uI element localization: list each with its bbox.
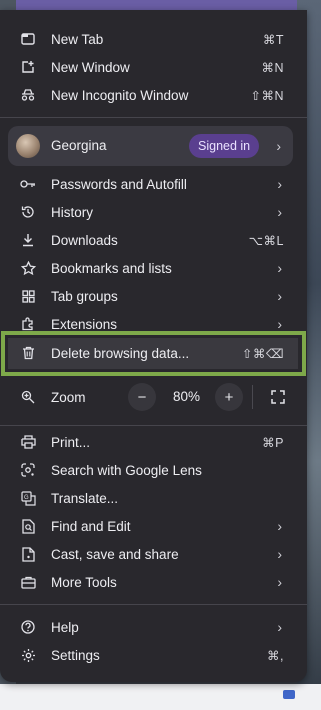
chevron-right-icon: › (277, 288, 282, 304)
new-tab-icon (20, 31, 36, 47)
menu-item-translate[interactable]: G Translate... (0, 484, 307, 512)
zoom-value: 80% (173, 389, 201, 404)
menu-item-tab-groups[interactable]: Tab groups › (0, 282, 307, 310)
chevron-right-icon: › (276, 138, 281, 154)
cast-icon (20, 546, 36, 562)
chevron-right-icon: › (277, 316, 282, 332)
menu-divider (0, 117, 307, 118)
menu-item-google-lens[interactable]: Search with Google Lens (0, 456, 307, 484)
avatar (16, 134, 40, 158)
zoom-icon (20, 389, 36, 405)
history-icon (20, 204, 36, 220)
menu-item-new-window[interactable]: New Window ⌘N (0, 53, 307, 81)
chevron-right-icon: › (277, 546, 282, 562)
menu-item-print[interactable]: Print... ⌘P (0, 428, 307, 456)
translate-icon: G (20, 490, 36, 506)
menu-item-help[interactable]: Help › (0, 613, 307, 641)
tab-groups-icon (20, 288, 36, 304)
chevron-right-icon: › (277, 619, 282, 635)
menu-item-find-and-edit[interactable]: Find and Edit › (0, 512, 307, 540)
chevron-right-icon: › (277, 260, 282, 276)
menu-item-passwords[interactable]: Passwords and Autofill › (0, 170, 307, 198)
gear-icon (20, 647, 36, 663)
menu-divider (0, 425, 307, 426)
toolbox-icon (20, 574, 36, 590)
fullscreen-icon[interactable] (271, 390, 285, 404)
profile-row[interactable]: Georgina Signed in › (8, 126, 293, 166)
menu-item-cast-save-share[interactable]: Cast, save and share › (0, 540, 307, 568)
zoom-separator (252, 385, 253, 409)
chevron-right-icon: › (277, 518, 282, 534)
star-icon (20, 260, 36, 276)
signed-in-badge: Signed in (189, 134, 260, 158)
chat-icon[interactable] (283, 690, 295, 699)
menu-item-settings[interactable]: Settings ⌘, (0, 641, 307, 669)
find-icon (20, 518, 36, 534)
svg-text:G: G (24, 495, 29, 501)
menu-divider (0, 604, 307, 605)
extensions-icon (20, 316, 36, 332)
profile-name: Georgina (51, 138, 107, 153)
print-icon (20, 434, 36, 450)
menu-item-more-tools[interactable]: More Tools › (0, 568, 307, 596)
annotation-highlight-box (1, 331, 306, 376)
menu-item-new-incognito-window[interactable]: New Incognito Window ⇧⌘N (0, 81, 307, 109)
download-icon (20, 232, 36, 248)
menu-item-history[interactable]: History › (0, 198, 307, 226)
chevron-right-icon: › (277, 574, 282, 590)
page-background-bottom (0, 684, 321, 710)
menu-item-new-tab[interactable]: New Tab ⌘T (0, 25, 307, 53)
lens-icon (20, 462, 36, 478)
help-icon (20, 619, 36, 635)
zoom-out-button[interactable]: − (128, 383, 156, 411)
menu-item-bookmarks[interactable]: Bookmarks and lists › (0, 254, 307, 282)
incognito-icon (20, 87, 36, 103)
key-icon (20, 176, 36, 192)
menu-item-downloads[interactable]: Downloads ⌥⌘L (0, 226, 307, 254)
zoom-in-button[interactable]: + (215, 383, 243, 411)
chevron-right-icon: › (277, 204, 282, 220)
chevron-right-icon: › (277, 176, 282, 192)
new-window-icon (20, 59, 36, 75)
